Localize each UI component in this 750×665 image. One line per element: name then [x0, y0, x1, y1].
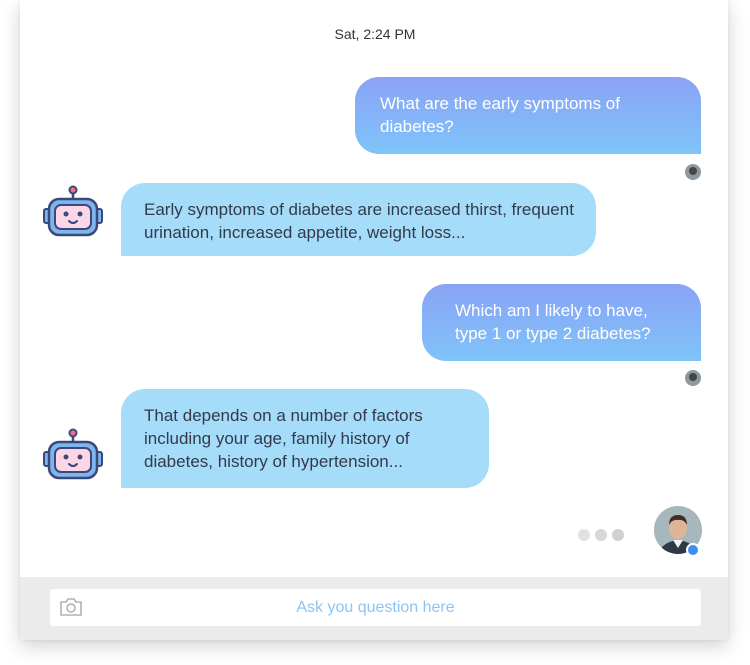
robot-icon: [43, 428, 103, 480]
robot-icon: [43, 185, 103, 237]
typing-indicator: [578, 529, 624, 541]
message-input-placeholder[interactable]: Ask you question here: [50, 589, 701, 626]
user-avatar-small: [685, 370, 701, 386]
message-text: Which am I likely to have, type 1 or typ…: [455, 301, 651, 343]
bot-message: Early symptoms of diabetes are increased…: [121, 183, 596, 256]
message-text: Early symptoms of diabetes are increased…: [144, 200, 574, 242]
message-text: That depends on a number of factors incl…: [144, 406, 423, 471]
message-text: What are the early symptoms of diabetes?: [380, 94, 620, 136]
message-timestamp: Sat, 2:24 PM: [334, 26, 416, 42]
user-avatar-small: [685, 164, 701, 180]
user-message: What are the early symptoms of diabetes?: [355, 77, 701, 154]
typing-dot: [595, 529, 607, 541]
typing-dot: [578, 529, 590, 541]
typing-dot: [612, 529, 624, 541]
user-message: Which am I likely to have, type 1 or typ…: [422, 284, 701, 361]
online-status-indicator: [686, 543, 700, 557]
bot-message: That depends on a number of factors incl…: [121, 389, 489, 488]
